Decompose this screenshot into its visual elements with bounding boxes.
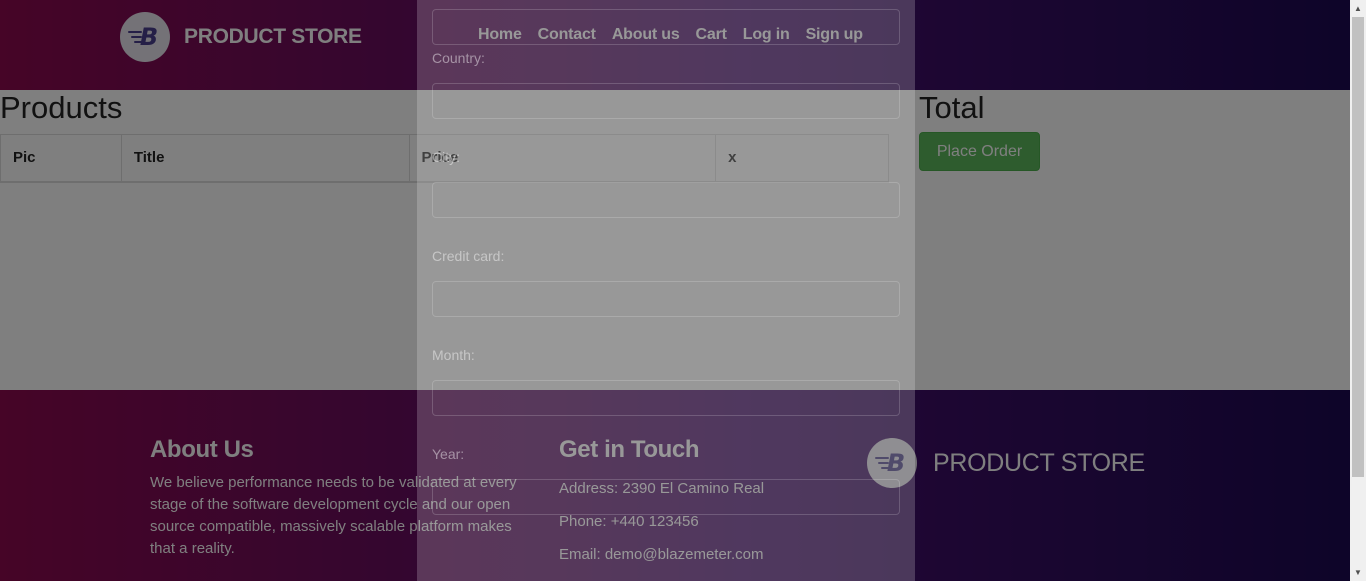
year-input[interactable] <box>432 479 900 515</box>
triangle-up-icon[interactable]: ▲ <box>1350 0 1366 17</box>
city-label: City: <box>432 149 460 165</box>
country-label: Country: <box>432 50 485 66</box>
city-input[interactable] <box>432 182 900 218</box>
credit-card-input[interactable] <box>432 281 900 317</box>
country-field: Country: <box>432 50 900 119</box>
place-order-modal: Country: City: Credit card: Month: Year: <box>417 0 915 581</box>
vertical-scrollbar[interactable]: ▲ ▼ <box>1350 0 1366 581</box>
credit-card-label: Credit card: <box>432 248 505 264</box>
scrollbar-thumb[interactable] <box>1352 17 1364 477</box>
month-input[interactable] <box>432 380 900 416</box>
country-input[interactable] <box>432 83 900 119</box>
triangle-down-icon[interactable]: ▼ <box>1350 564 1366 581</box>
name-input[interactable] <box>432 9 900 45</box>
year-field: Year: <box>432 446 900 515</box>
credit-card-field: Credit card: <box>432 248 900 317</box>
city-field: City: <box>432 149 900 218</box>
year-label: Year: <box>432 446 465 462</box>
month-field: Month: <box>432 347 900 416</box>
month-label: Month: <box>432 347 475 363</box>
page: B PRODUCT STORE Home Contact About us Ca… <box>0 0 1350 581</box>
